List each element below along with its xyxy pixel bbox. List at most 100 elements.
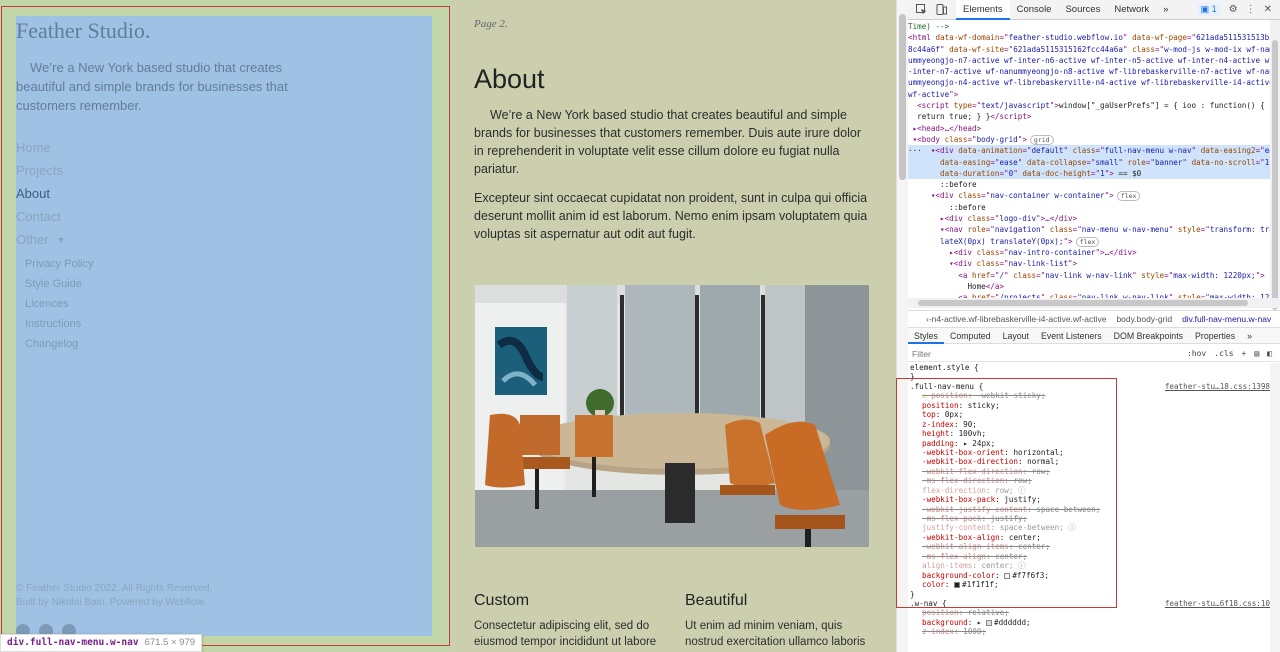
css-declaration[interactable]: -ms-flex-direction: row; xyxy=(908,476,1272,485)
elements-tree[interactable]: Time) --> <html data-wf-domain="feather-s… xyxy=(908,20,1270,298)
tab-styles[interactable]: Styles xyxy=(908,328,944,344)
elements-vscrollbar[interactable] xyxy=(1270,20,1280,310)
issues-badge[interactable]: ▣ 1 xyxy=(1196,3,1221,16)
dom-node-line[interactable]: lateX(0px) translateY(0px);"> flex xyxy=(908,236,1270,247)
cls-toggle[interactable]: .cls xyxy=(1214,349,1233,358)
dom-node-line[interactable]: ▸<head>…</head> xyxy=(908,123,1270,134)
more-style-tabs-button[interactable]: » xyxy=(1241,328,1258,344)
css-declaration[interactable]: top: 0px; xyxy=(908,410,1272,419)
styles-filter-input[interactable] xyxy=(908,346,1187,361)
css-declaration[interactable]: -webkit-box-direction: normal; xyxy=(908,457,1272,466)
nav-link-contact[interactable]: Contact xyxy=(16,209,65,232)
dom-node-line[interactable]: ▸<div class="nav-intro-container">…</div… xyxy=(908,247,1270,258)
dom-node-line[interactable]: ::before xyxy=(908,179,1270,190)
hov-toggle[interactable]: :hov xyxy=(1187,349,1206,358)
page-scrollbar[interactable] xyxy=(896,0,908,652)
css-declaration[interactable]: justify-content: space-between; ⓘ xyxy=(908,523,1272,532)
css-rule-header[interactable]: } xyxy=(908,372,1272,381)
dom-node-line[interactable]: wf-active"> xyxy=(908,89,1270,100)
settings-gear-icon[interactable]: ⚙ xyxy=(1229,4,1238,15)
tab-layout[interactable]: Layout xyxy=(997,328,1035,344)
tab-sources[interactable]: Sources xyxy=(1058,0,1107,20)
dom-node-line[interactable]: -inter-n7-active wf-nanummyeongjo-n8-act… xyxy=(908,66,1270,77)
tab-elements[interactable]: Elements xyxy=(956,0,1010,20)
sidebar-toggle-icon[interactable]: ◧ xyxy=(1267,349,1272,358)
css-declaration[interactable]: -webkit-box-orient: horizontal; xyxy=(908,448,1272,457)
nav-link-home[interactable]: Home xyxy=(16,140,65,163)
nav-link-other[interactable]: Other ▼ xyxy=(16,232,65,255)
css-declaration[interactable]: align-items: center; ⓘ xyxy=(908,561,1272,570)
breadcrumb-body[interactable]: body.body-grid xyxy=(1116,314,1172,324)
sub-link-licences[interactable]: Licences xyxy=(25,298,93,318)
css-source-link[interactable]: feather-stu…6f18.css:10 xyxy=(1165,599,1270,608)
css-rule-header[interactable]: } xyxy=(908,590,1272,599)
css-rule-header[interactable]: .w-nav {feather-stu…6f18.css:10 xyxy=(908,599,1272,608)
dom-node-line[interactable]: Time) --> xyxy=(908,21,1270,32)
inspect-element-icon[interactable] xyxy=(914,3,928,17)
elements-vscrollbar-thumb[interactable] xyxy=(1272,40,1278,310)
css-declaration[interactable]: -ms-flex-pack: justify; xyxy=(908,514,1272,523)
css-declaration[interactable]: z-index: 90; xyxy=(908,420,1272,429)
css-declaration[interactable]: -ms-flex-align: center; xyxy=(908,552,1272,561)
dom-node-line[interactable]: ▾<nav role="navigation" class="nav-menu … xyxy=(908,224,1270,235)
css-declaration[interactable]: z-index: 1000; xyxy=(908,627,1272,636)
dom-node-line[interactable]: return true; } }</script> xyxy=(908,111,1270,122)
device-toolbar-icon[interactable] xyxy=(934,3,948,17)
dom-node-line[interactable]: ▸<div class="logo-div">…</div> xyxy=(908,213,1270,224)
sub-link-changelog[interactable]: Changelog xyxy=(25,338,93,358)
breadcrumb-html[interactable]: ‹-n4-active.wf-librebaskerville-i4-activ… xyxy=(926,314,1106,324)
sub-link-style-guide[interactable]: Style Guide xyxy=(25,278,93,298)
nav-link-about[interactable]: About xyxy=(16,186,65,209)
css-declaration[interactable]: -webkit-box-align: center; xyxy=(908,533,1272,542)
new-rule-button[interactable]: + xyxy=(1242,349,1247,358)
nav-link-projects[interactable]: Projects xyxy=(16,163,65,186)
more-tabs-button[interactable]: » xyxy=(1156,0,1175,20)
css-declaration[interactable]: height: 100vh; xyxy=(908,429,1272,438)
css-declaration[interactable]: background-color: #f7f6f3; xyxy=(908,571,1272,580)
dom-node-line[interactable]: ummyeongjo-n4-active wf-librebaskerville… xyxy=(908,77,1270,88)
dom-node-line[interactable]: ▾<body class="body-grid"> grid xyxy=(908,134,1270,145)
dom-node-line[interactable]: Home</a> xyxy=(908,281,1270,292)
dom-node-line[interactable]: ▾<div class="nav-link-list"> xyxy=(908,258,1270,269)
css-declaration[interactable]: position: sticky; xyxy=(908,401,1272,410)
elements-hscrollbar[interactable] xyxy=(908,298,1280,308)
dom-node-line[interactable]: <html data-wf-domain="feather-studio.web… xyxy=(908,32,1270,43)
styles-vscrollbar[interactable] xyxy=(1270,363,1280,652)
page-scrollbar-thumb[interactable] xyxy=(899,14,906,180)
css-declaration[interactable]: -webkit-justify-content: space-between; xyxy=(908,505,1272,514)
styles-pane[interactable]: element.style {} .full-nav-menu {feather-… xyxy=(908,363,1272,652)
tab-event-listeners[interactable]: Event Listeners xyxy=(1035,328,1108,344)
dom-node-line[interactable]: ··· ▾<div data-animation="default" class… xyxy=(908,145,1270,157)
brand-logo[interactable]: Feather Studio. xyxy=(16,18,150,44)
sub-link-privacy-policy[interactable]: Privacy Policy xyxy=(25,258,93,278)
dom-node-line[interactable]: <a href="/" class="nav-link w-nav-link" … xyxy=(908,270,1270,281)
dom-node-line[interactable]: data-duration="0" data-doc-height="1"> =… xyxy=(908,167,1270,180)
kebab-menu-icon[interactable]: ⋮ xyxy=(1246,4,1256,15)
css-rule-header[interactable]: .full-nav-menu {feather-stu…18.css:1398 xyxy=(908,382,1272,391)
css-declaration[interactable]: -webkit-flex-direction: row; xyxy=(908,467,1272,476)
breadcrumb-current[interactable]: div.full-nav-menu.w-nav xyxy=(1182,314,1271,324)
dom-node-line[interactable]: data-easing="ease" data-collapse="small"… xyxy=(908,156,1270,168)
dom-node-line[interactable]: ::before xyxy=(908,202,1270,213)
sub-link-instructions[interactable]: Instructions xyxy=(25,318,93,338)
tab-computed[interactable]: Computed xyxy=(944,328,997,344)
tab-network[interactable]: Network xyxy=(1107,0,1156,20)
css-declaration[interactable]: flex-direction: row; ⓘ xyxy=(908,486,1272,495)
tab-console[interactable]: Console xyxy=(1010,0,1059,20)
css-declaration[interactable]: -webkit-align-items: center; xyxy=(908,542,1272,551)
css-declaration[interactable]: background: ▸ #dddddd; xyxy=(908,618,1272,627)
dom-node-line[interactable]: 8c44a6f" data-wf-site="621ada5115315162f… xyxy=(908,44,1270,55)
css-source-link[interactable]: feather-stu…18.css:1398 xyxy=(1165,382,1270,391)
dom-node-line[interactable]: ummyeongjo-n7-active wf-inter-n6-active … xyxy=(908,55,1270,66)
css-declaration[interactable]: color: #1f1f1f; xyxy=(908,580,1272,589)
css-rule-header[interactable]: element.style { xyxy=(908,363,1272,372)
dom-node-line[interactable]: ▾<div class="nav-container w-container">… xyxy=(908,190,1270,202)
css-declaration[interactable]: -webkit-box-pack: justify; xyxy=(908,495,1272,504)
computed-toggle-icon[interactable]: ▤ xyxy=(1254,349,1259,358)
css-declaration[interactable]: ⚠ position: -webkit-sticky; xyxy=(908,391,1272,400)
close-icon[interactable]: ✕ xyxy=(1264,4,1272,15)
elements-hscrollbar-thumb[interactable] xyxy=(918,300,1248,306)
dom-node-line[interactable]: <script type="text/javascript">window["_… xyxy=(908,100,1270,111)
css-declaration[interactable]: position: relative; xyxy=(908,608,1272,617)
tab-dom-breakpoints[interactable]: DOM Breakpoints xyxy=(1108,328,1189,344)
